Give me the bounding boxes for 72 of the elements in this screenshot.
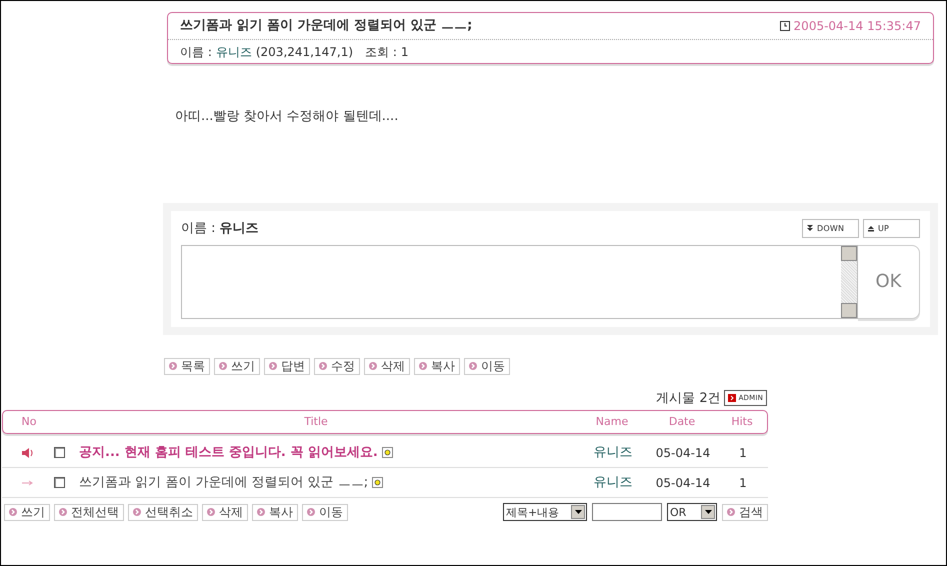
hit-count: 1 xyxy=(738,474,748,492)
action-button[interactable]: 전체선택 xyxy=(54,504,124,520)
dropdown[interactable]: 제목+내용 xyxy=(503,503,587,521)
action-button[interactable]: 쓰기 xyxy=(214,358,260,374)
post-datetime: 2005-04-14 15:35:47 xyxy=(794,18,921,35)
arrow-bullet-icon xyxy=(319,362,327,370)
dropdown[interactable]: OR xyxy=(667,503,717,521)
action-button[interactable]: 이동 xyxy=(464,358,510,374)
action-button[interactable]: 목록 xyxy=(164,358,210,374)
post-link[interactable]: 쓰기폼과 읽기 폼이 가운데에 정렬되어 있군 ㅡㅡ; xyxy=(79,472,368,492)
ok-button[interactable]: OK xyxy=(858,244,920,318)
post-count: 게시물 2건 xyxy=(656,390,721,408)
column-header: Date xyxy=(668,414,696,430)
arrow-bullet-icon xyxy=(727,508,735,516)
hit-count: 1 xyxy=(738,444,748,462)
column-header: Name xyxy=(594,414,630,430)
action-button[interactable]: 검색 xyxy=(722,504,768,520)
arrow-icon xyxy=(22,480,34,486)
speaker-icon xyxy=(21,446,35,458)
row-checkbox[interactable] xyxy=(54,477,65,488)
arrow-bullet-icon xyxy=(219,362,227,370)
post-link[interactable]: 공지... 현재 홈피 테스트 중입니다. 꼭 읽어보세요. xyxy=(79,442,378,462)
ip-address: (203,241,147,1) xyxy=(256,44,354,60)
up-arrow-icon xyxy=(868,225,874,232)
views-label: 조회 : xyxy=(365,44,397,60)
column-header: Title xyxy=(303,414,329,430)
action-button[interactable]: 쓰기 xyxy=(4,504,50,520)
down-button[interactable]: DOWN xyxy=(802,219,859,238)
new-post-icon xyxy=(382,447,393,458)
post-title: 쓰기폼과 읽기 폼이 가운데에 정렬되어 있군 ㅡㅡ; xyxy=(180,17,472,36)
comment-field[interactable] xyxy=(181,244,858,318)
up-button[interactable]: UP xyxy=(863,219,920,238)
action-button[interactable]: 수정 xyxy=(314,358,360,374)
clock-icon xyxy=(780,21,790,31)
author-name[interactable]: 유니즈 xyxy=(578,472,648,492)
views-count: 1 xyxy=(400,44,409,60)
double-down-arrow-icon xyxy=(807,225,813,232)
scrollbar[interactable] xyxy=(841,246,857,318)
name-label: 이름 : xyxy=(180,44,212,60)
commenter-name: 유니즈 xyxy=(220,220,259,236)
action-button[interactable]: 이동 xyxy=(302,504,348,520)
arrow-bullet-icon xyxy=(419,362,427,370)
dropdown-arrow-icon xyxy=(704,510,712,514)
action-button[interactable]: 답변 xyxy=(264,358,310,374)
post-date: 05-04-14 xyxy=(654,444,712,462)
action-button[interactable]: 복사 xyxy=(414,358,460,374)
new-post-icon xyxy=(372,477,384,488)
author-name[interactable]: 유니즈 xyxy=(578,442,648,462)
arrow-bullet-icon xyxy=(207,508,215,516)
arrow-bullet-icon xyxy=(269,362,277,370)
author-name[interactable]: 유니즈 xyxy=(216,42,252,60)
arrow-bullet-icon xyxy=(469,362,477,370)
arrow-bullet-icon xyxy=(59,508,67,516)
dropdown-arrow-icon xyxy=(574,510,582,514)
arrow-bullet-icon xyxy=(307,508,315,516)
post-body: 아띠...빨랑 찾아서 수정해야 될텐데.... xyxy=(175,108,400,126)
arrow-bullet-icon xyxy=(257,508,265,516)
name-label: 이름 : xyxy=(181,220,216,236)
arrow-bullet-icon xyxy=(728,394,736,402)
action-button[interactable]: 복사 xyxy=(252,504,298,520)
action-button[interactable]: 삭제 xyxy=(202,504,248,520)
row-checkbox[interactable] xyxy=(54,447,65,458)
column-header: No xyxy=(20,414,38,430)
action-button[interactable]: 선택취소 xyxy=(128,504,198,520)
post-date: 05-04-14 xyxy=(654,474,712,492)
action-button[interactable]: 삭제 xyxy=(364,358,410,374)
arrow-bullet-icon xyxy=(133,508,141,516)
arrow-bullet-icon xyxy=(169,362,177,370)
column-header: Hits xyxy=(730,414,754,430)
arrow-bullet-icon xyxy=(9,508,17,516)
arrow-bullet-icon xyxy=(369,362,377,370)
search-field[interactable] xyxy=(592,503,662,521)
